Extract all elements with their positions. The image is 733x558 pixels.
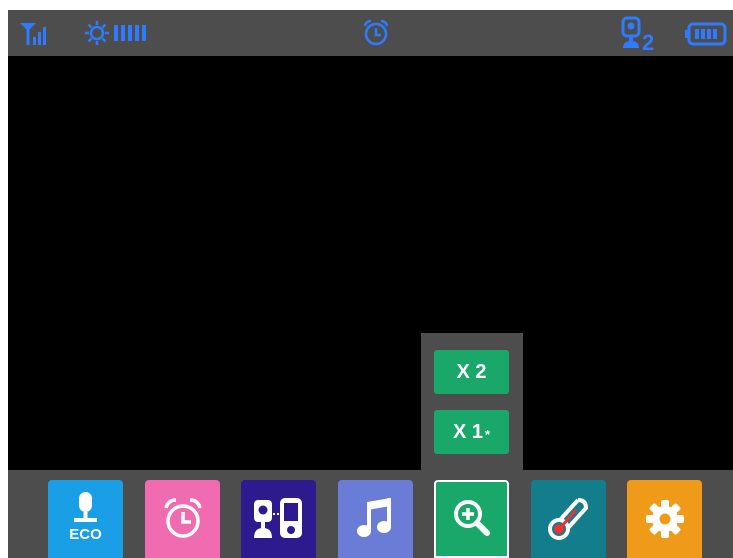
battery-full-icon — [685, 22, 727, 51]
lullaby-button[interactable] — [338, 480, 413, 558]
camera-pairing-button[interactable] — [241, 480, 316, 558]
bottom-toolbar: ECO — [8, 470, 733, 558]
zoom-x2-label: X 2 — [456, 360, 487, 383]
zoom-x1-option[interactable]: X 1 * — [434, 410, 509, 454]
settings-button[interactable] — [627, 480, 702, 558]
microphone-eco-icon: ECO — [48, 480, 123, 558]
alarm-clock-icon — [361, 18, 391, 53]
gear-icon — [640, 494, 690, 544]
zoom-in-icon — [447, 494, 497, 544]
status-bar: 2 — [8, 10, 733, 56]
zoom-menu: X 2 X 1 * — [421, 333, 523, 470]
thermometer-icon — [544, 494, 594, 544]
eco-label: ECO — [69, 526, 102, 543]
zoom-x1-label: X 1 — [452, 420, 483, 443]
brightness-level-icon — [84, 20, 154, 51]
zoom-button[interactable] — [434, 480, 509, 558]
camera-number-icon — [620, 16, 642, 55]
zoom-x2-option[interactable]: X 2 — [434, 350, 509, 394]
signal-strength-icon — [18, 19, 54, 52]
video-feed — [8, 56, 733, 470]
alarm-button[interactable] — [145, 480, 220, 558]
alarm-clock-icon — [158, 494, 208, 544]
current-selection-marker: * — [484, 426, 491, 442]
talkback-eco-button[interactable]: ECO — [48, 480, 123, 558]
camera-monitor-icon — [249, 494, 309, 544]
music-note-icon — [351, 494, 401, 544]
monitor-screen: 2 X 2 X 1 * ECO — [8, 10, 733, 558]
camera-number: 2 — [642, 30, 655, 55]
temperature-button[interactable] — [531, 480, 606, 558]
